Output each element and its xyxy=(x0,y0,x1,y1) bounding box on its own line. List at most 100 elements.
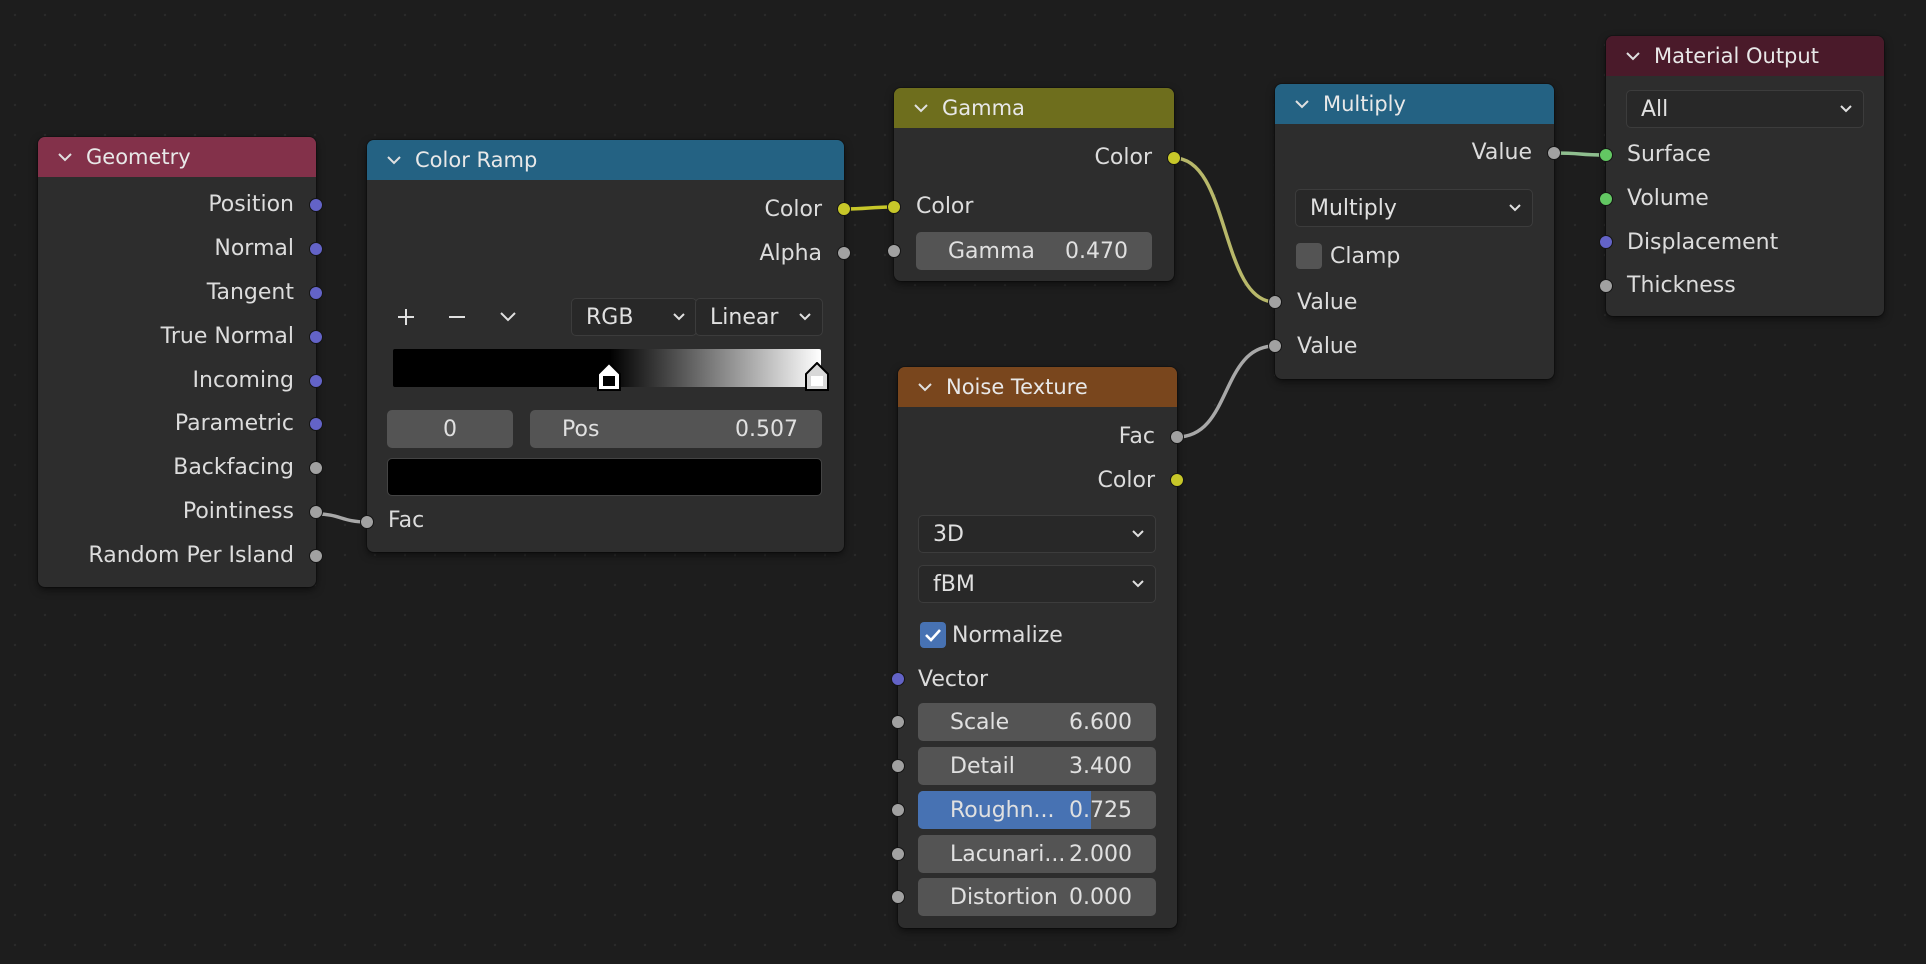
noise-type-dropdown[interactable]: fBM xyxy=(918,565,1156,603)
scale-field-label: Scale xyxy=(950,709,1010,735)
socket-incoming[interactable] xyxy=(309,374,323,388)
color-ramp-node[interactable]: Color Ramp Color Alpha RGB Linear 0 Pos … xyxy=(360,140,851,552)
ramp-stop-white[interactable] xyxy=(804,361,830,392)
geometry-node[interactable]: Geometry Position Normal Tangent True No… xyxy=(38,137,323,587)
interpolation-dropdown[interactable]: Linear xyxy=(695,298,823,336)
socket-backfacing[interactable] xyxy=(309,461,323,475)
socket-gamma-out-color[interactable] xyxy=(1167,151,1181,165)
chevron-down-icon[interactable] xyxy=(914,101,928,115)
chevron-down-icon[interactable] xyxy=(387,153,401,167)
gamma-node-title: Gamma xyxy=(942,96,1025,120)
socket-noise-fac[interactable] xyxy=(1170,430,1184,444)
socket-multiply-in-value-2[interactable] xyxy=(1268,339,1282,353)
color-ramp-node-header[interactable]: Color Ramp xyxy=(367,140,844,180)
chevron-down-icon[interactable] xyxy=(918,380,932,394)
noise-texture-node[interactable]: Noise Texture Fac Color 3D fBM Normalize… xyxy=(891,367,1184,928)
distortion-field[interactable]: Distortion 0.000 xyxy=(918,878,1156,916)
interpolation-value: Linear xyxy=(710,304,779,330)
chevron-down-icon xyxy=(1509,204,1521,212)
socket-pointiness[interactable] xyxy=(309,505,323,519)
socket-noise-scale[interactable] xyxy=(891,715,905,729)
socket-displacement[interactable] xyxy=(1599,235,1613,249)
socket-surface[interactable] xyxy=(1599,148,1613,162)
socket-noise-roughness[interactable] xyxy=(891,803,905,817)
material-output-node[interactable]: Material Output All Surface Volume Displ… xyxy=(1599,36,1884,316)
chevron-down-icon[interactable] xyxy=(58,150,72,164)
multiply-node-header[interactable]: Multiply xyxy=(1275,84,1554,124)
link-gamma-color-multiply-value xyxy=(1173,156,1276,304)
detail-field[interactable]: Detail 3.400 xyxy=(918,747,1156,785)
plus-icon[interactable] xyxy=(391,302,421,332)
roughness-field-value: 0.725 xyxy=(1069,797,1132,823)
color-mode-dropdown[interactable]: RGB xyxy=(571,298,697,336)
operation-value: Multiply xyxy=(1310,195,1397,221)
noise-type-value: fBM xyxy=(933,571,975,597)
stop-position-label: Pos xyxy=(562,416,600,442)
gamma-value-field[interactable]: Gamma 0.470 xyxy=(916,232,1152,270)
detail-field-value: 3.400 xyxy=(1069,753,1132,779)
material-output-node-header[interactable]: Material Output xyxy=(1606,36,1884,76)
distortion-field-label: Distortion xyxy=(950,884,1058,910)
detail-field-label: Detail xyxy=(950,753,1015,779)
input-thickness-label: Thickness xyxy=(1627,273,1736,298)
socket-position[interactable] xyxy=(309,198,323,212)
socket-tangent[interactable] xyxy=(309,286,323,300)
socket-noise-color[interactable] xyxy=(1170,473,1184,487)
stop-index-field[interactable]: 0 xyxy=(387,410,513,448)
color-ramp-node-title: Color Ramp xyxy=(415,148,538,172)
chevron-down-icon xyxy=(1132,530,1144,538)
scale-field[interactable]: Scale 6.600 xyxy=(918,703,1156,741)
operation-dropdown[interactable]: Multiply xyxy=(1295,189,1533,227)
chevron-down-icon[interactable] xyxy=(1295,97,1309,111)
socket-normal[interactable] xyxy=(309,242,323,256)
socket-noise-vector[interactable] xyxy=(891,672,905,686)
minus-icon[interactable] xyxy=(442,302,472,332)
socket-noise-detail[interactable] xyxy=(891,759,905,773)
socket-multiply-out-value[interactable] xyxy=(1547,146,1561,160)
geometry-node-header[interactable]: Geometry xyxy=(38,137,316,177)
dimensions-dropdown[interactable]: 3D xyxy=(918,515,1156,553)
socket-true-normal[interactable] xyxy=(309,330,323,344)
output-tangent-label: Tangent xyxy=(206,280,294,305)
output-fac-label: Fac xyxy=(1118,424,1155,449)
lacunarity-field[interactable]: Lacunari... 2.000 xyxy=(918,835,1156,873)
input-surface-label: Surface xyxy=(1627,142,1711,167)
clamp-checkbox[interactable] xyxy=(1296,243,1322,269)
socket-ramp-fac[interactable] xyxy=(360,515,374,529)
gamma-node-header[interactable]: Gamma xyxy=(894,88,1174,128)
output-normal-label: Normal xyxy=(214,236,294,261)
chevron-down-icon xyxy=(1132,580,1144,588)
stop-position-field[interactable]: Pos 0.507 xyxy=(530,410,822,448)
socket-multiply-in-value-1[interactable] xyxy=(1268,295,1282,309)
normalize-checkbox[interactable] xyxy=(920,622,946,648)
socket-noise-lacunarity[interactable] xyxy=(891,847,905,861)
socket-parametric[interactable] xyxy=(309,417,323,431)
socket-ramp-color[interactable] xyxy=(837,202,851,216)
socket-noise-distortion[interactable] xyxy=(891,890,905,904)
output-true-normal-label: True Normal xyxy=(160,324,294,349)
socket-gamma-in-gamma[interactable] xyxy=(887,244,901,258)
gamma-node[interactable]: Gamma Color Color Gamma 0.470 xyxy=(887,88,1181,281)
noise-texture-node-header[interactable]: Noise Texture xyxy=(898,367,1177,407)
normalize-label: Normalize xyxy=(952,623,1063,648)
roughness-field-label: Roughn... xyxy=(950,797,1055,823)
stop-index-value: 0 xyxy=(443,416,457,442)
ramp-stop-black[interactable] xyxy=(596,361,622,392)
lacunarity-field-value: 2.000 xyxy=(1069,841,1132,867)
stop-color-swatch[interactable] xyxy=(387,458,822,496)
target-dropdown[interactable]: All xyxy=(1626,90,1864,128)
socket-thickness[interactable] xyxy=(1599,279,1613,293)
chevron-down-icon[interactable] xyxy=(493,302,523,332)
input-fac-label: Fac xyxy=(388,508,425,533)
socket-gamma-in-color[interactable] xyxy=(887,200,901,214)
socket-ramp-alpha[interactable] xyxy=(837,246,851,260)
multiply-node[interactable]: Multiply Value Multiply Clamp Value Valu… xyxy=(1268,84,1561,379)
chevron-down-icon[interactable] xyxy=(1626,49,1640,63)
roughness-slider[interactable]: Roughn... 0.725 xyxy=(918,791,1156,829)
output-alpha-label: Alpha xyxy=(759,241,822,266)
geometry-node-title: Geometry xyxy=(86,145,191,169)
socket-random-per-island[interactable] xyxy=(309,549,323,563)
dimensions-value: 3D xyxy=(933,521,964,547)
socket-volume[interactable] xyxy=(1599,192,1613,206)
output-pointiness-label: Pointiness xyxy=(182,499,294,524)
